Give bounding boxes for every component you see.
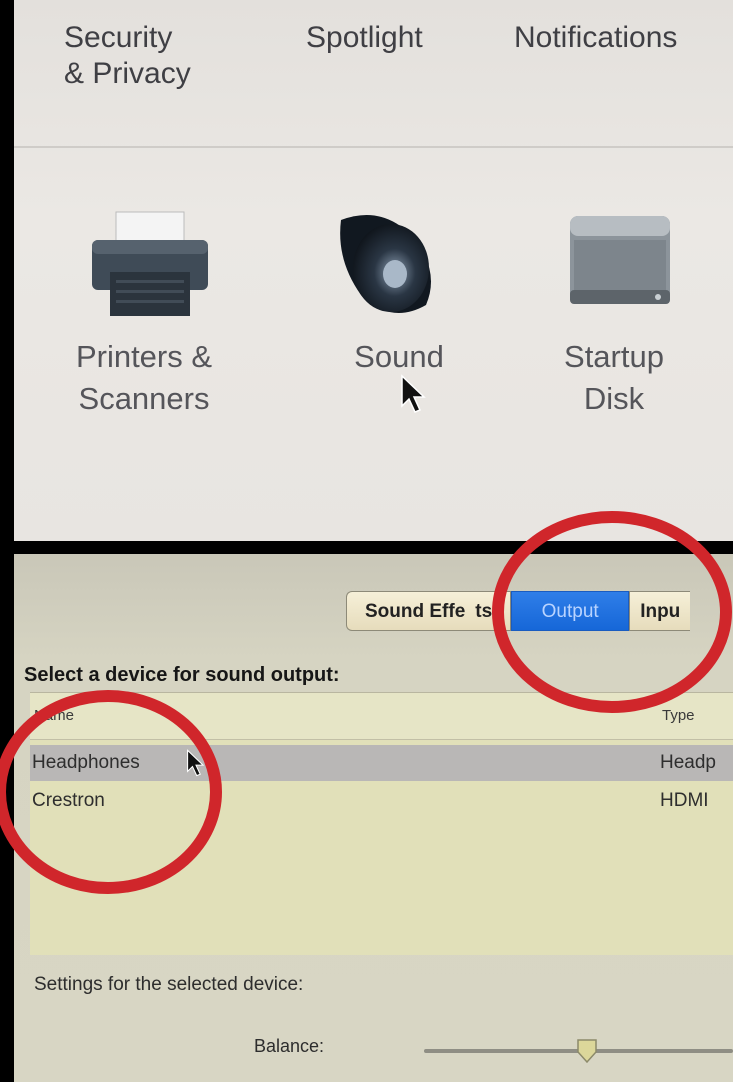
tab-sound-effects-suffix[interactable]: ts	[465, 591, 512, 631]
preferences-top-row: Security & Privacy Spotlight Notificatio…	[14, 0, 733, 140]
table-row-crestron[interactable]: Crestron HDMI	[30, 783, 733, 819]
section-divider	[14, 146, 733, 148]
pref-printers-scanners-label: Printers & Scanners	[75, 339, 213, 416]
mouse-cursor-icon	[186, 749, 206, 782]
device-type: Headp	[660, 752, 716, 773]
pref-printers-scanners[interactable]: Printers & Scanners	[24, 190, 264, 440]
printer-icon	[86, 210, 214, 325]
output-device-table: Name Type Headphones Headp Crestron HDMI	[30, 692, 733, 955]
pref-spotlight[interactable]: Spotlight	[306, 20, 423, 56]
tab-sound-effects[interactable]: Sound Effe	[346, 591, 466, 631]
device-type: HDMI	[660, 790, 709, 811]
tab-sound-effects-suffix-label: ts	[475, 601, 493, 622]
speaker-icon	[331, 200, 441, 325]
tab-output[interactable]: Output	[511, 591, 630, 631]
hard-disk-icon	[564, 210, 676, 315]
pref-security-privacy[interactable]: Security & Privacy	[64, 20, 191, 92]
pref-spotlight-label: Spotlight	[306, 21, 423, 54]
tab-input-label: Inpu	[640, 601, 681, 622]
balance-slider-knob[interactable]	[576, 1038, 598, 1064]
column-type-header[interactable]: Type	[662, 707, 695, 724]
pref-startup-disk[interactable]: Startup Disk	[494, 190, 733, 440]
tab-output-label: Output	[541, 601, 599, 622]
device-name: Headphones	[32, 752, 140, 773]
pref-startup-disk-label: Startup Disk	[564, 339, 664, 416]
settings-selected-device-title: Settings for the selected device:	[34, 974, 304, 995]
sound-preferences-panel: Sound Effe ts Output Inpu Select a devic…	[14, 554, 733, 1082]
table-header: Name Type	[30, 693, 733, 740]
pref-sound-label: Sound	[354, 339, 444, 374]
select-device-title: Select a device for sound output:	[24, 664, 340, 686]
system-preferences-panel: Security & Privacy Spotlight Notificatio…	[14, 0, 733, 541]
table-row-headphones[interactable]: Headphones Headp	[30, 745, 733, 781]
pref-sound[interactable]: Sound	[279, 190, 519, 440]
column-name-header[interactable]: Name	[34, 707, 74, 724]
pref-notifications[interactable]: Notifications	[514, 20, 677, 56]
tab-sound-effects-label: Sound Effe	[365, 601, 466, 622]
pref-security-privacy-label: Security & Privacy	[64, 21, 191, 90]
balance-label: Balance:	[254, 1036, 325, 1056]
tab-input[interactable]: Inpu	[629, 591, 691, 631]
mouse-cursor-icon	[400, 374, 428, 419]
sound-tabs: Sound Effe ts Output Inpu	[346, 590, 691, 632]
pref-notifications-label: Notifications	[514, 21, 678, 54]
device-name: Crestron	[32, 790, 105, 811]
